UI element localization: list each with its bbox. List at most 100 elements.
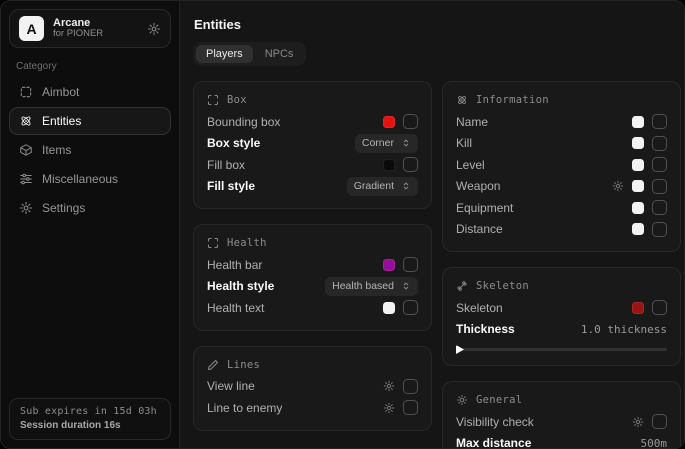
fill-style-dropdown[interactable]: Gradient	[347, 177, 418, 196]
setting-row-level: Level	[456, 154, 667, 176]
color-swatch[interactable]	[632, 159, 644, 171]
checkbox[interactable]	[652, 136, 667, 151]
checkbox[interactable]	[403, 379, 418, 394]
checkbox[interactable]	[652, 414, 667, 429]
setting-label: Max distance	[456, 436, 531, 449]
subscription-card: Sub expires in 15d 03h Session duration …	[9, 398, 171, 440]
category-label: Category	[16, 61, 164, 72]
general-panel: General Visibility check	[442, 381, 681, 449]
bone-icon	[456, 280, 468, 292]
crosshair-icon	[19, 85, 33, 99]
color-swatch[interactable]	[632, 137, 644, 149]
setting-label: Health text	[207, 301, 264, 315]
setting-label: View line	[207, 379, 255, 393]
panel-title: Health	[227, 237, 267, 249]
checkbox[interactable]	[403, 114, 418, 129]
tab-players[interactable]: Players	[196, 45, 253, 63]
setting-row-view-line: View line	[207, 376, 418, 398]
checkbox[interactable]	[403, 257, 418, 272]
setting-label: Name	[456, 115, 488, 129]
color-swatch[interactable]	[383, 116, 395, 128]
setting-row-skeleton: Skeleton	[456, 297, 667, 319]
row-settings-gear-icon[interactable]	[632, 416, 644, 428]
checkbox[interactable]	[652, 179, 667, 194]
setting-row-max-distance: Max distance 500m	[456, 433, 667, 449]
checkbox[interactable]	[652, 300, 667, 315]
sidebar-item-entities[interactable]: Entities	[9, 107, 171, 135]
color-swatch[interactable]	[383, 302, 395, 314]
setting-label: Fill style	[207, 179, 255, 193]
skeleton-panel-header: Skeleton	[456, 280, 667, 292]
panel-title: Box	[227, 94, 247, 106]
setting-label: Health style	[207, 279, 274, 293]
setting-label: Health bar	[207, 258, 262, 272]
setting-row-health-bar: Health bar	[207, 254, 418, 276]
color-swatch[interactable]	[632, 116, 644, 128]
sidebar-item-label: Items	[42, 143, 71, 157]
checkbox[interactable]	[652, 157, 667, 172]
color-swatch[interactable]	[632, 302, 644, 314]
atom-icon	[456, 94, 468, 106]
setting-label: Weapon	[456, 179, 500, 193]
gear-icon[interactable]	[147, 22, 161, 36]
pencil-icon	[207, 359, 219, 371]
main-area: Entities Players NPCs Box	[180, 1, 685, 448]
dropdown-value: Health based	[332, 280, 394, 292]
sidebar: A Arcane for PIONER Category Aim	[1, 1, 180, 448]
sun-icon	[456, 394, 468, 406]
left-column: Box Bounding box Box style Corner	[193, 81, 432, 449]
checkbox[interactable]	[403, 400, 418, 415]
color-swatch[interactable]	[383, 259, 395, 271]
corners-icon	[207, 237, 219, 249]
setting-row-thickness: Thickness 1.0 thickness	[456, 319, 667, 341]
sidebar-item-items[interactable]: Items	[9, 136, 171, 164]
app-window: A Arcane for PIONER Category Aim	[0, 0, 685, 449]
panel-columns: Box Bounding box Box style Corner	[193, 81, 681, 449]
panel-title: General	[476, 394, 522, 406]
row-settings-gear-icon[interactable]	[383, 402, 395, 414]
setting-row-equipment: Equipment	[456, 197, 667, 219]
health-style-dropdown[interactable]: Health based	[325, 277, 418, 296]
color-swatch[interactable]	[632, 202, 644, 214]
box-panel-header: Box	[207, 94, 418, 106]
setting-row-box-style: Box style Corner	[207, 133, 418, 155]
checkbox[interactable]	[652, 222, 667, 237]
general-panel-header: General	[456, 394, 667, 406]
sidebar-item-label: Aimbot	[42, 85, 79, 99]
setting-label: Skeleton	[456, 301, 503, 315]
color-swatch[interactable]	[632, 223, 644, 235]
checkbox[interactable]	[652, 200, 667, 215]
sidebar-nav: Aimbot Entities Items	[9, 78, 171, 222]
sub-expires-text: Sub expires in 15d 03h	[20, 406, 160, 417]
panel-title: Lines	[227, 359, 260, 371]
row-settings-gear-icon[interactable]	[612, 180, 624, 192]
panel-title: Information	[476, 94, 549, 106]
setting-label: Visibility check	[456, 415, 534, 429]
sidebar-item-aimbot[interactable]: Aimbot	[9, 78, 171, 106]
page-title: Entities	[194, 17, 681, 32]
sidebar-item-miscellaneous[interactable]: Miscellaneous	[9, 165, 171, 193]
setting-label: Level	[456, 158, 485, 172]
unfold-icon	[401, 281, 411, 291]
slider-handle[interactable]	[456, 345, 464, 354]
right-column: Information Name Kill	[442, 81, 681, 449]
checkbox[interactable]	[403, 300, 418, 315]
checkbox[interactable]	[403, 157, 418, 172]
tab-npcs[interactable]: NPCs	[255, 45, 304, 63]
setting-label: Distance	[456, 222, 503, 236]
color-swatch[interactable]	[632, 180, 644, 192]
setting-row-fill-style: Fill style Gradient	[207, 176, 418, 198]
session-duration-text: Session duration 16s	[20, 420, 160, 431]
atom-icon	[19, 114, 33, 128]
unfold-icon	[401, 181, 411, 191]
setting-row-line-to-enemy: Line to enemy	[207, 397, 418, 419]
sidebar-item-settings[interactable]: Settings	[9, 194, 171, 222]
thickness-slider[interactable]	[456, 348, 667, 351]
sliders-icon	[19, 172, 33, 186]
setting-label: Box style	[207, 136, 260, 150]
setting-label: Bounding box	[207, 115, 280, 129]
checkbox[interactable]	[652, 114, 667, 129]
box-style-dropdown[interactable]: Corner	[355, 134, 418, 153]
row-settings-gear-icon[interactable]	[383, 380, 395, 392]
color-swatch[interactable]	[383, 159, 395, 171]
